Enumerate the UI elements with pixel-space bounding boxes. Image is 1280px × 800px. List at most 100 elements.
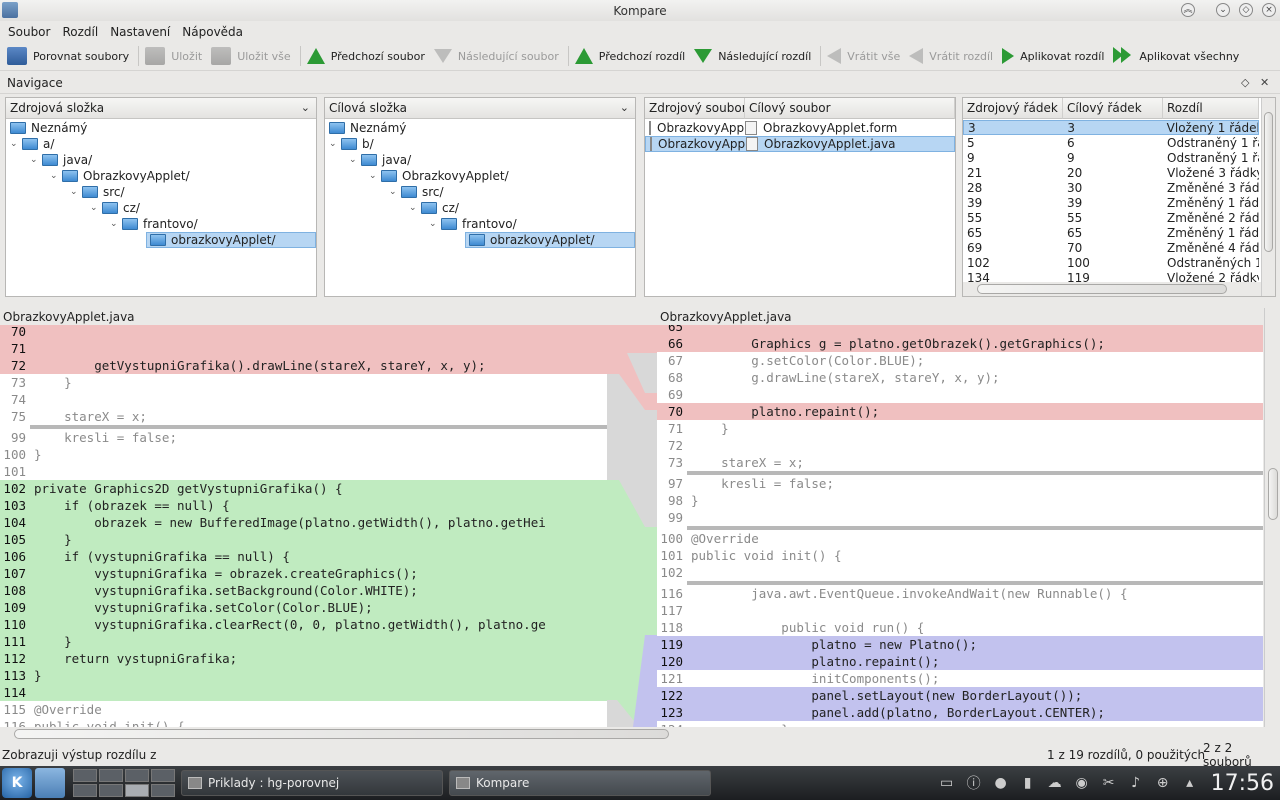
difference-row[interactable]: 21 20 Vložené 3 řádky xyxy=(963,165,1259,180)
collapse-arrow-icon[interactable]: ⌄ xyxy=(409,203,421,213)
scissors-icon[interactable]: ✂ xyxy=(1098,773,1120,793)
difference-row[interactable]: 69 70 Změněné 4 řádky xyxy=(963,240,1259,255)
difference-row[interactable]: 55 55 Změněné 2 řádky xyxy=(963,210,1259,225)
source-folder-header[interactable]: Zdrojová složka ⌄ xyxy=(6,98,316,119)
menu-nastaveni[interactable]: Nastavení xyxy=(106,25,178,39)
desktop-7[interactable] xyxy=(125,784,149,797)
file-row[interactable]: ObrazkovyApplet.form ObrazkovyApplet.for… xyxy=(645,120,955,136)
collapse-arrow-icon[interactable]: ⌄ xyxy=(30,155,42,165)
tree-item-selected[interactable]: obrazkovyApplet/ xyxy=(146,232,316,248)
kde-launcher-button[interactable]: K xyxy=(2,768,32,798)
tree-item[interactable]: ⌄ ObrazkovyApplet/ xyxy=(369,168,509,184)
clock[interactable]: 17:56 xyxy=(1211,771,1274,796)
difference-row[interactable]: 28 30 Změněné 3 řádky xyxy=(963,180,1259,195)
next-file-button[interactable]: Následující soubor xyxy=(431,43,565,69)
pane-splitter[interactable] xyxy=(0,300,1280,306)
chevron-down-icon[interactable]: ⌄ xyxy=(620,101,629,114)
tree-item[interactable]: ⌄ java/ xyxy=(349,152,411,168)
difference-row[interactable]: 39 39 Změněný 1 řádek xyxy=(963,195,1259,210)
difference-row[interactable]: 102 100 Odstraněných 13 řádků xyxy=(963,255,1259,270)
file-row-selected[interactable]: ObrazkovyApplet.java ObrazkovyApplet.jav… xyxy=(645,136,955,152)
destination-folder-header[interactable]: Cílová složka ⌄ xyxy=(325,98,635,119)
source-file-column-header[interactable]: Zdrojový soubor xyxy=(645,98,745,119)
save-button[interactable]: Uložit xyxy=(142,43,208,69)
network-icon[interactable]: ◉ xyxy=(1071,773,1093,793)
minimize-icon[interactable]: ⌄ xyxy=(1216,3,1230,17)
collapse-arrow-icon[interactable]: ⌄ xyxy=(369,171,381,181)
close-dock-icon[interactable]: ✕ xyxy=(1260,76,1269,89)
collapse-arrow-icon[interactable]: ⌄ xyxy=(110,219,122,229)
next-difference-button[interactable]: Následující rozdíl xyxy=(691,43,817,69)
tree-item[interactable]: ⌄ cz/ xyxy=(90,200,140,216)
tree-item[interactable]: ⌄ ObrazkovyApplet/ xyxy=(50,168,190,184)
collapse-arrow-icon[interactable]: ⌄ xyxy=(50,171,62,181)
collapse-arrow-icon[interactable]: ⌄ xyxy=(70,187,82,197)
keep-above-icon[interactable]: ︽ xyxy=(1181,3,1195,17)
tree-item[interactable]: ⌄ src/ xyxy=(389,184,444,200)
scroll-thumb[interactable] xyxy=(1268,468,1278,520)
collapse-arrow-icon[interactable]: ⌄ xyxy=(349,155,361,165)
menu-rozdil[interactable]: Rozdíl xyxy=(58,25,106,39)
bulb-icon[interactable]: ● xyxy=(990,773,1012,793)
tree-item-selected[interactable]: obrazkovyApplet/ xyxy=(465,232,635,248)
apply-all-button[interactable]: Aplikovat všechny xyxy=(1110,43,1245,69)
tree-item[interactable]: ⌄ src/ xyxy=(70,184,125,200)
revert-all-button[interactable]: Vrátit vše xyxy=(824,43,906,69)
menu-napoveda[interactable]: Nápověda xyxy=(178,25,251,39)
source-line-column-header[interactable]: Zdrojový řádek⌄ xyxy=(963,98,1063,119)
desktop-8[interactable] xyxy=(151,784,175,797)
compare-files-button[interactable]: Porovnat soubory xyxy=(4,43,135,69)
collapse-arrow-icon[interactable]: ⌄ xyxy=(389,187,401,197)
desktop-6[interactable] xyxy=(99,784,123,797)
scroll-thumb[interactable] xyxy=(977,284,1227,294)
difference-row[interactable]: 65 65 Změněný 1 řádek xyxy=(963,225,1259,240)
task-terminal[interactable]: Priklady : hg-porovnej xyxy=(181,770,443,796)
virtual-desktop-pager[interactable] xyxy=(73,769,175,797)
difference-list-hscroll[interactable] xyxy=(963,282,1261,296)
editor-hscroll[interactable] xyxy=(0,727,1280,741)
previous-file-button[interactable]: Předchozí soubor xyxy=(304,43,431,69)
volume-icon[interactable]: ♪ xyxy=(1125,773,1147,793)
desktop-4[interactable] xyxy=(151,769,175,782)
menu-soubor[interactable]: Soubor xyxy=(4,25,58,39)
tray-expand-icon[interactable]: ▴ xyxy=(1179,773,1201,793)
difference-row[interactable]: 5 6 Odstraněný 1 řádek xyxy=(963,135,1259,150)
desktop-5[interactable] xyxy=(73,784,97,797)
editor-vscroll[interactable] xyxy=(1264,308,1280,727)
destination-file-column-header[interactable]: Cílový soubor xyxy=(745,98,955,119)
app-d-icon[interactable]: ▮ xyxy=(1017,773,1039,793)
cloud-icon[interactable]: ☁ xyxy=(1044,773,1066,793)
float-dock-icon[interactable]: ◇ xyxy=(1241,76,1249,89)
info-icon[interactable]: ⓘ xyxy=(963,773,985,793)
collapse-arrow-icon[interactable]: ⌄ xyxy=(329,139,341,149)
save-all-button[interactable]: Uložit vše xyxy=(208,43,297,69)
collapse-arrow-icon[interactable]: ⌄ xyxy=(429,219,441,229)
tree-item[interactable]: ⌄ cz/ xyxy=(409,200,459,216)
tree-item[interactable]: ⌄ java/ xyxy=(30,152,92,168)
terminal-icon[interactable]: ▭ xyxy=(936,773,958,793)
revert-difference-button[interactable]: Vrátit rozdíl xyxy=(906,43,999,69)
difference-row[interactable]: 9 9 Odstraněný 1 řádek xyxy=(963,150,1259,165)
difference-column-header[interactable]: Rozdíl xyxy=(1163,98,1259,119)
source-text-view[interactable]: 70 71 72 getVystupniGrafika().drawLine(sta… xyxy=(0,325,607,727)
tree-item[interactable]: Neznámý xyxy=(329,120,406,136)
difference-row-selected[interactable]: 3 3 Vložený 1 řádek xyxy=(963,120,1259,135)
destination-text-view[interactable]: 65 66 Graphics g = platno.getObrazek().ge… xyxy=(657,325,1263,727)
task-kompare[interactable]: Kompare xyxy=(449,770,711,796)
scroll-thumb[interactable] xyxy=(14,729,669,739)
previous-difference-button[interactable]: Předchozí rozdíl xyxy=(572,43,691,69)
show-desktop-icon[interactable] xyxy=(35,768,65,798)
tree-item[interactable]: ⌄ frantovo/ xyxy=(429,216,517,232)
difference-list-vscroll[interactable] xyxy=(1261,98,1275,296)
tree-item[interactable]: ⌄ a/ xyxy=(10,136,54,152)
maximize-icon[interactable]: ◇ xyxy=(1239,3,1253,17)
apply-difference-button[interactable]: Aplikovat rozdíl xyxy=(999,43,1110,69)
network-manager-icon[interactable]: ⊕ xyxy=(1152,773,1174,793)
tree-item[interactable]: ⌄ b/ xyxy=(329,136,374,152)
scroll-thumb[interactable] xyxy=(1264,112,1273,252)
desktop-3[interactable] xyxy=(125,769,149,782)
desktop-1[interactable] xyxy=(73,769,97,782)
kompare-app-icon[interactable] xyxy=(2,2,18,18)
destination-line-column-header[interactable]: Cílový řádek xyxy=(1063,98,1163,119)
close-window-icon[interactable]: × xyxy=(1262,3,1276,17)
